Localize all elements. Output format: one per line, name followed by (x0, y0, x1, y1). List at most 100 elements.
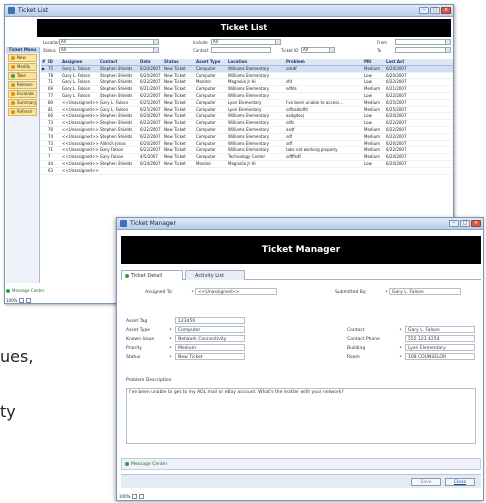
column-header[interactable]: Last Act (385, 59, 417, 65)
from-date-input[interactable] (395, 39, 451, 45)
asset-tag-input[interactable]: 123456 (175, 317, 245, 324)
table-row[interactable]: 71 <<Unassigned>> Gary Falson 6/22/2007 New … (41, 147, 453, 155)
table-cell: 75 (48, 65, 54, 71)
zoom-control[interactable]: 100% (6, 297, 32, 303)
table-row[interactable]: ▶ 75 Gary L. Falson Stephen Shields 6/20/200… (41, 65, 453, 73)
menu-escalate-button[interactable]: Escalate (8, 90, 37, 98)
column-header[interactable]: Status (163, 59, 195, 65)
required-marker: • (399, 354, 402, 360)
known-issue-label: Known Issue (126, 337, 155, 342)
zoom-in-icon[interactable] (139, 493, 145, 499)
table-cell (227, 168, 285, 174)
table-cell: Low (364, 120, 372, 126)
column-header[interactable]: Problem (285, 59, 363, 65)
menu-take-button[interactable]: Take (8, 72, 37, 80)
column-header[interactable]: ID (47, 59, 61, 65)
table-cell: Medium (364, 65, 380, 71)
table-row[interactable]: 81 <<Unassigned>> Gary L. Falson 6/25/2007 N… (41, 107, 453, 114)
table-row[interactable]: 80 <<Unassigned>> Gary L. Falson 6/25/2007 N… (41, 100, 453, 107)
status-select[interactable]: All (59, 47, 159, 53)
close-button[interactable]: Close (445, 478, 475, 486)
table-cell: <<Unassigned>> (62, 126, 99, 132)
menu-new-button[interactable]: New (8, 54, 37, 62)
table-cell: 6/22/2007 (386, 79, 407, 85)
table-row[interactable]: 44 <<Unassigned>> Stephen Shields 6/14/2007… (41, 161, 453, 168)
table-cell: 6/14/2007 (140, 160, 161, 166)
table-header[interactable]: # ID Assignee Contact Date Status Asset Type Lo… (41, 59, 453, 66)
table-cell: Computer (196, 126, 216, 132)
menu-modify-button[interactable]: Modify (8, 63, 37, 71)
ticket-menu-sidebar: Ticket Menu New Modify Take Release Esca… (6, 47, 40, 283)
ticket-grid[interactable]: # ID Assignee Contact Date Status Asset Type Lo… (41, 59, 453, 175)
table-row[interactable]: 76 <<Unassigned>> Stephen Shields 6/22/2007… (41, 127, 453, 134)
column-header[interactable]: PRI (363, 59, 385, 65)
to-date-input[interactable] (395, 47, 451, 53)
minimize-icon[interactable]: – (419, 7, 429, 14)
assigned-to-select[interactable]: <<Unassigned>> (195, 288, 277, 295)
table-cell: Monitor (196, 160, 212, 166)
maximize-icon[interactable]: □ (460, 220, 470, 227)
table-row[interactable]: 69 Gary L. Falson Stephen Shields 6/21/2007… (41, 86, 453, 93)
table-cell: I've been unable to access... (286, 99, 344, 105)
contact-phone-input[interactable]: 555 123 4254 (405, 335, 475, 342)
zoom-dropdown-icon[interactable] (132, 493, 138, 499)
table-row[interactable]: 7 <<Unassigned>> Gary Falson 4/5/2007 New Ti… (41, 154, 453, 161)
table-cell: sdfs (286, 120, 295, 126)
table-row[interactable]: 73 <<Unassigned>> Aldrich Jonas 6/20/2007 Ne… (41, 141, 453, 148)
table-row[interactable]: 71 Gary L. Falson Stephen Shields 6/22/2007… (41, 79, 453, 87)
menu-summary-button[interactable]: Summary (8, 99, 37, 107)
tab-ticket-detail[interactable]: Ticket Detail (121, 270, 183, 280)
table-row[interactable]: 60 <<Unassigned>> Stephen Shields 6/20/2007… (41, 113, 453, 121)
table-row[interactable]: 74 <<Unassigned>> Stephen Shields 6/22/2007… (41, 134, 453, 141)
room-select[interactable]: 108 COUNSELOR (405, 353, 475, 360)
table-cell: Williams Elementary (228, 147, 270, 153)
column-header[interactable]: Date (139, 59, 163, 65)
column-header[interactable]: Assignee (61, 59, 99, 65)
contact-input[interactable] (211, 47, 271, 53)
message-center[interactable]: Message Center (121, 458, 481, 470)
priority-select[interactable]: Medium (175, 344, 245, 351)
contact-select[interactable]: Gary L. Falson (405, 326, 475, 333)
table-cell (285, 73, 363, 79)
zoom-in-icon[interactable] (26, 297, 32, 303)
column-header[interactable]: Contact (99, 59, 139, 65)
table-row[interactable]: 63 <<Unassigned>> (41, 168, 453, 175)
ticket-manager-titlebar[interactable]: Ticket Manager (117, 218, 483, 230)
building-select[interactable]: Lyon Elementary (405, 344, 475, 351)
table-cell: Medium (364, 140, 380, 146)
status-select[interactable]: New Ticket (175, 353, 245, 360)
table-row[interactable]: 77 Gary L. Falson Stephen Shields 6/22/2007… (41, 93, 453, 100)
table-row[interactable]: 73 <<Unassigned>> Stephen Shields 6/22/2007… (41, 120, 453, 127)
table-cell: Stephen Shields (100, 133, 133, 139)
include-select[interactable]: All (211, 39, 281, 45)
table-cell: Stephen Shields (100, 120, 133, 126)
table-cell: Stephen Shields (100, 72, 133, 78)
table-cell: 6/21/2007 (140, 86, 161, 92)
maximize-icon[interactable]: □ (430, 7, 440, 14)
column-header[interactable]: Asset Type (195, 59, 227, 65)
menu-release-button[interactable]: Release (8, 81, 37, 89)
message-center[interactable]: Message Center (6, 287, 106, 294)
ticket-id-select[interactable]: All (301, 47, 335, 53)
known-issue-select[interactable]: Network Connectivity (175, 335, 245, 342)
table-cell: Computer (196, 106, 216, 112)
close-icon[interactable]: × (441, 7, 451, 14)
chevron-down-icon (329, 48, 334, 52)
ticket-list-titlebar[interactable]: Ticket List (5, 5, 453, 17)
table-cell: <<Unassigned>> (62, 147, 99, 153)
table-row[interactable]: 78 Gary L. Falson Stephen Shields 6/20/2007… (41, 73, 453, 80)
menu-refresh-button[interactable]: Refresh (8, 108, 37, 116)
refresh-icon (11, 110, 15, 114)
column-header[interactable]: Location (227, 59, 285, 65)
asset-type-label: Asset Type (126, 328, 151, 333)
table-cell: Computer (196, 120, 216, 126)
zoom-control[interactable]: 100% (119, 493, 145, 499)
save-button[interactable]: Save (411, 478, 441, 486)
tab-activity-list[interactable]: Activity List (185, 270, 245, 280)
problem-description-textarea[interactable]: I've been unable to get to my AOL mail o… (126, 388, 476, 444)
zoom-dropdown-icon[interactable] (19, 297, 25, 303)
minimize-icon[interactable]: – (449, 220, 459, 227)
close-icon[interactable]: × (471, 220, 481, 227)
asset-type-select[interactable]: Computer (175, 326, 245, 333)
location-select[interactable]: All (59, 39, 159, 45)
